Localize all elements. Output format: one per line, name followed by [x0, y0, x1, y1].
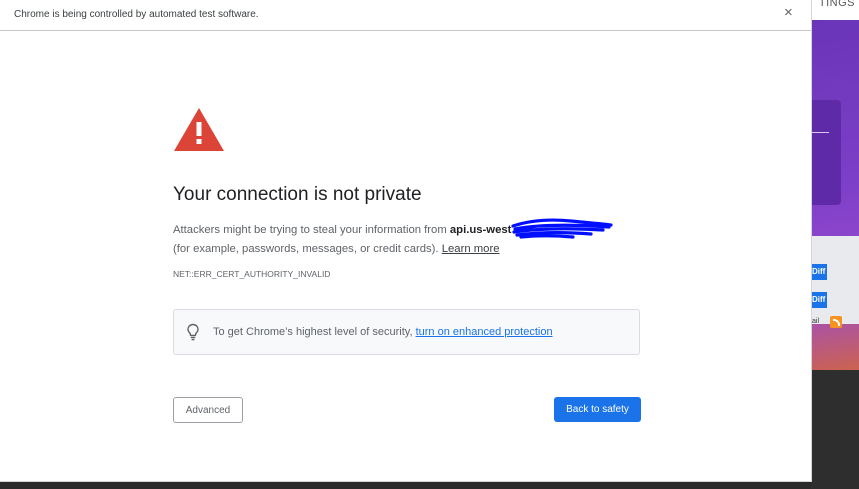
page-title: Your connection is not private: [173, 184, 422, 205]
back-to-safety-button[interactable]: Back to safety: [554, 397, 641, 422]
infobar-message: Chrome is being controlled by automated …: [14, 9, 259, 20]
background-light-card: [811, 236, 859, 324]
redaction-scribble: [511, 218, 614, 239]
warning-description: Attackers might be trying to steal your …: [173, 218, 643, 259]
enhanced-protection-box: To get Chrome’s highest level of securit…: [173, 309, 640, 355]
enhanced-protection-text: To get Chrome’s highest level of securit…: [213, 326, 553, 338]
background-purple-card: [811, 100, 841, 205]
background-diff-button-2[interactable]: Diff: [811, 292, 827, 308]
lightbulb-icon: [187, 323, 199, 341]
background-diff-button-1[interactable]: Diff: [811, 264, 827, 280]
host-name: api.us-west: [449, 224, 512, 236]
background-mail-label: ail: [812, 318, 820, 325]
description-prefix: Attackers might be trying to steal your …: [173, 224, 450, 236]
background-settings-text: TINGS: [818, 0, 855, 9]
enhanced-text-prefix: To get Chrome’s highest level of securit…: [213, 326, 416, 338]
advanced-button[interactable]: Advanced: [173, 397, 243, 423]
close-icon[interactable]: ×: [784, 5, 793, 21]
learn-more-link[interactable]: Learn more: [442, 243, 500, 255]
enhanced-protection-link[interactable]: turn on enhanced protection: [416, 326, 553, 338]
warning-triangle-icon: [174, 108, 224, 151]
rss-icon[interactable]: [830, 316, 842, 328]
browser-window: Chrome is being controlled by automated …: [0, 0, 811, 481]
background-divider: [811, 132, 829, 133]
error-code: NET::ERR_CERT_AUTHORITY_INVALID: [173, 269, 331, 279]
description-suffix: (for example, passwords, messages, or cr…: [173, 243, 442, 255]
background-dark-area: [811, 370, 859, 489]
automation-infobar: Chrome is being controlled by automated …: [0, 0, 811, 31]
